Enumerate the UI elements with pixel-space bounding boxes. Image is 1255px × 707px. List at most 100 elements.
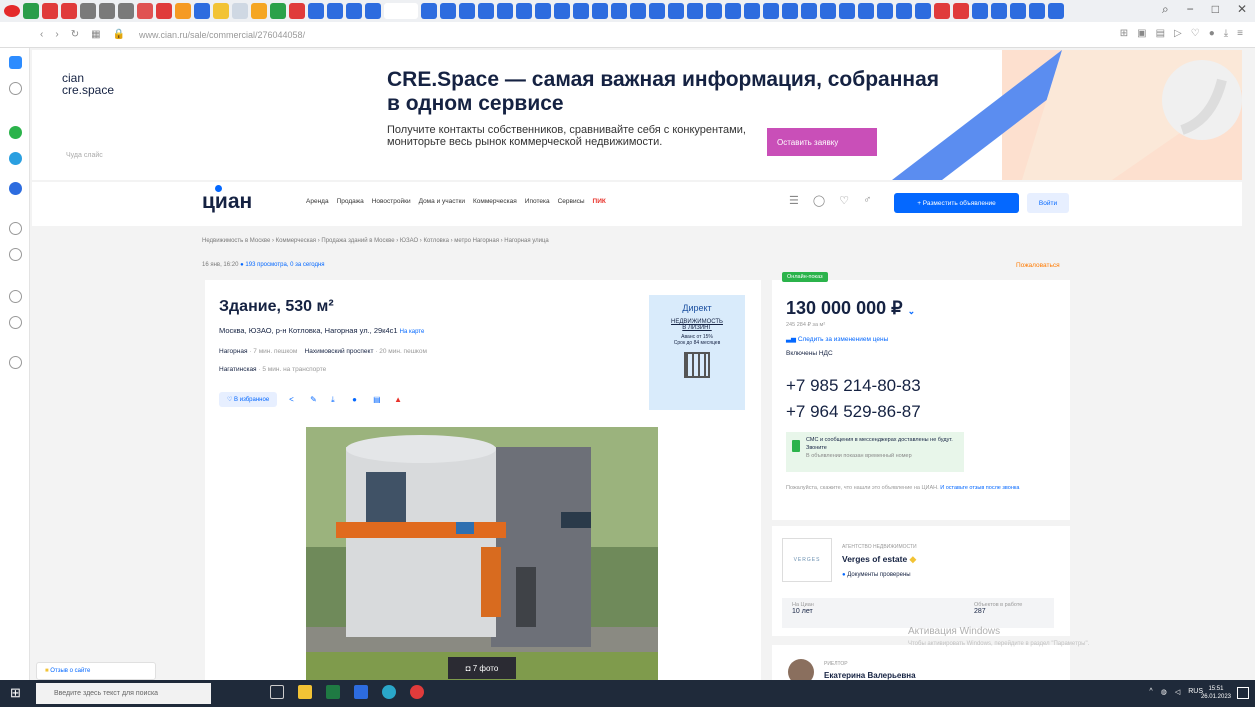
account-icon[interactable]: ● xyxy=(1209,28,1215,39)
download-icon[interactable]: ⤓ xyxy=(1224,28,1228,39)
tab[interactable] xyxy=(478,3,494,19)
tab[interactable] xyxy=(820,3,836,19)
extensions-icon[interactable]: ⊞ xyxy=(1120,28,1128,39)
tab[interactable] xyxy=(327,3,343,19)
hide-icon[interactable]: ● xyxy=(352,395,361,404)
search-icon[interactable]: ⌕ xyxy=(1162,2,1169,17)
tab[interactable] xyxy=(877,3,893,19)
notification-icon[interactable]: ♂ xyxy=(863,194,871,207)
nav-rent[interactable]: Аренда xyxy=(306,198,329,205)
nav-mortgage[interactable]: Ипотека xyxy=(525,198,550,205)
tab[interactable] xyxy=(365,3,381,19)
tab[interactable] xyxy=(118,3,134,19)
tab[interactable] xyxy=(421,3,437,19)
home-icon[interactable] xyxy=(9,82,22,95)
metro-name[interactable]: Нагорная xyxy=(219,348,248,355)
tab[interactable] xyxy=(782,3,798,19)
follow-price-link[interactable]: ▃▅ Следить за изменением цены xyxy=(786,335,888,343)
windows-start-icon[interactable]: ⊞ xyxy=(10,686,24,700)
tab[interactable] xyxy=(80,3,96,19)
opera-icon[interactable] xyxy=(4,5,20,17)
menu-icon[interactable]: ≡ xyxy=(1237,28,1243,39)
forward-icon[interactable]: › xyxy=(55,29,58,40)
url-field[interactable]: www.cian.ru/sale/commercial/276044058/ xyxy=(139,30,305,40)
tab[interactable] xyxy=(535,3,551,19)
chevron-up-icon[interactable]: ^ xyxy=(1149,688,1152,696)
taskbar-search-input[interactable]: Введите здесь текст для поиска xyxy=(36,683,211,704)
complain-button[interactable]: Пожаловаться xyxy=(1016,262,1060,269)
heart-icon[interactable]: ♡ xyxy=(1191,28,1200,39)
contact-name[interactable]: Екатерина Валерьевна xyxy=(824,671,916,680)
listing-photo[interactable] xyxy=(306,427,658,680)
snapshot-icon[interactable]: ▣ xyxy=(1137,28,1146,39)
tab[interactable] xyxy=(763,3,779,19)
tab[interactable] xyxy=(270,3,286,19)
tab[interactable] xyxy=(1010,3,1026,19)
tab[interactable] xyxy=(459,3,475,19)
tab[interactable] xyxy=(137,3,153,19)
review-link[interactable]: И оставьте отзыв после звонка xyxy=(940,485,1019,491)
tab[interactable] xyxy=(611,3,627,19)
tab[interactable] xyxy=(554,3,570,19)
back-icon[interactable]: ‹ xyxy=(40,29,43,40)
compare-icon[interactable]: ☰ xyxy=(789,194,799,207)
nav-pik[interactable]: ПИК xyxy=(593,198,606,205)
volume-icon[interactable]: ◁ xyxy=(1175,688,1180,696)
feedback-button[interactable]: ■ Отзыв о сайте xyxy=(36,662,156,680)
bookmark-icon[interactable]: ▤ xyxy=(1156,28,1165,39)
tab[interactable] xyxy=(972,3,988,19)
tab[interactable] xyxy=(839,3,855,19)
tab[interactable] xyxy=(915,3,931,19)
tabs-grid-icon[interactable]: ▦ xyxy=(91,29,100,40)
player-icon[interactable] xyxy=(9,248,22,261)
file-explorer-icon[interactable] xyxy=(298,685,312,699)
login-button[interactable]: Войти xyxy=(1027,193,1069,213)
breadcrumb[interactable]: Недвижимость в Москве › Коммерческая › П… xyxy=(202,238,549,244)
tab[interactable] xyxy=(156,3,172,19)
close-button[interactable]: ✕ xyxy=(1237,2,1247,17)
active-tab[interactable] xyxy=(384,3,418,19)
task-view-icon[interactable] xyxy=(270,685,284,699)
map-link[interactable]: На карте xyxy=(400,329,425,335)
play-icon[interactable]: ▷ xyxy=(1174,28,1182,39)
note-icon[interactable]: ✎ xyxy=(310,395,319,404)
vk-icon[interactable] xyxy=(9,182,22,195)
cian-logo[interactable]: циан xyxy=(202,190,252,214)
tab[interactable] xyxy=(630,3,646,19)
warning-icon[interactable]: ▲ xyxy=(394,395,403,404)
nav-commercial[interactable]: Коммерческая xyxy=(473,198,517,205)
tab[interactable] xyxy=(289,3,305,19)
phone-number[interactable]: +7 985 214-80-83 xyxy=(786,376,921,396)
tab[interactable] xyxy=(497,3,513,19)
tab[interactable] xyxy=(934,3,950,19)
edge-icon[interactable] xyxy=(382,685,396,699)
tab[interactable] xyxy=(991,3,1007,19)
tab[interactable] xyxy=(953,3,969,19)
tab[interactable] xyxy=(194,3,210,19)
messenger-icon[interactable] xyxy=(9,56,22,69)
tab[interactable] xyxy=(99,3,115,19)
tab[interactable] xyxy=(573,3,589,19)
maximize-button[interactable]: □ xyxy=(1212,2,1219,17)
excel-icon[interactable] xyxy=(326,685,340,699)
tab[interactable] xyxy=(175,3,191,19)
tab[interactable] xyxy=(42,3,58,19)
minimize-button[interactable]: − xyxy=(1187,2,1194,17)
notifications-icon[interactable] xyxy=(1237,687,1249,699)
tab[interactable] xyxy=(801,3,817,19)
download-icon[interactable]: ⤓ xyxy=(331,395,340,404)
nav-newbuildings[interactable]: Новостройки xyxy=(372,198,411,205)
settings-icon[interactable] xyxy=(9,222,22,235)
history-icon[interactable] xyxy=(9,316,22,329)
tab[interactable] xyxy=(706,3,722,19)
tab[interactable] xyxy=(649,3,665,19)
price-dropdown-icon[interactable]: ⌄ xyxy=(908,306,916,316)
tab[interactable] xyxy=(232,3,248,19)
post-ad-button[interactable]: + Разместить объявление xyxy=(894,193,1019,213)
promo-banner[interactable]: cian cre.space Чуда слайс CRE.Space — са… xyxy=(32,50,1242,180)
tab[interactable] xyxy=(346,3,362,19)
tab[interactable] xyxy=(668,3,684,19)
pin-icon[interactable] xyxy=(9,356,22,369)
tab[interactable] xyxy=(1048,3,1064,19)
nav-sale[interactable]: Продажа xyxy=(337,198,364,205)
